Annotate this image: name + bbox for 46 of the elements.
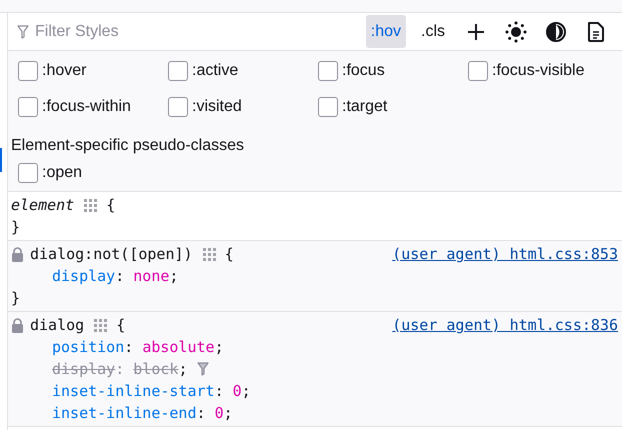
filter-field[interactable]: Filter Styles xyxy=(35,22,235,40)
checkbox[interactable] xyxy=(468,61,488,81)
checkbox[interactable] xyxy=(168,61,188,81)
grip-icon[interactable] xyxy=(82,197,98,213)
filter-icon xyxy=(197,362,210,376)
toggle-button[interactable]: :hov xyxy=(366,15,406,48)
document-icon xyxy=(587,20,605,42)
checkbox-label: :visited xyxy=(192,98,242,116)
brace: { xyxy=(106,195,116,216)
checkbox-label: :hover xyxy=(42,62,86,80)
rule-selector: element xyxy=(11,195,74,216)
grip-icon[interactable] xyxy=(92,317,108,333)
checkbox-label: :focus-within xyxy=(42,98,131,116)
checkbox[interactable] xyxy=(318,61,338,81)
checkbox[interactable] xyxy=(18,61,38,81)
checkbox[interactable] xyxy=(18,97,38,117)
plus-icon xyxy=(466,22,486,42)
sun-icon xyxy=(505,20,527,42)
lock-icon xyxy=(11,318,24,332)
rule-selector: dialog xyxy=(30,315,84,336)
checkbox-label: :active xyxy=(192,62,238,80)
declaration[interactable]: position: absolute; xyxy=(52,336,224,358)
section-heading: Element-specific pseudo-classes xyxy=(11,137,245,155)
declaration[interactable]: inset-inline-end: 0; xyxy=(52,402,233,424)
source-link[interactable]: (user agent) html.css:853 xyxy=(392,243,618,265)
source-link[interactable]: (user agent) html.css:836 xyxy=(392,314,618,336)
checkbox-label: :focus-visible xyxy=(492,62,584,80)
contrast-icon xyxy=(545,20,567,42)
filter-icon xyxy=(17,24,29,38)
declaration[interactable]: display: none; xyxy=(52,265,178,287)
declaration[interactable]: inset-inline-start: 0; xyxy=(52,380,251,402)
brace: { xyxy=(116,315,126,336)
checkbox[interactable] xyxy=(18,163,38,183)
brace: } xyxy=(11,217,20,238)
checkbox[interactable] xyxy=(318,97,338,117)
grip-icon[interactable] xyxy=(200,246,217,262)
declaration[interactable]: display: block; xyxy=(52,358,188,380)
brace: } xyxy=(11,288,20,309)
checkbox[interactable] xyxy=(168,97,188,117)
checkbox-label: :focus xyxy=(342,62,385,80)
toggle-button[interactable]: .cls xyxy=(414,15,452,48)
brace: { xyxy=(224,244,234,265)
checkbox-label: :target xyxy=(342,98,388,116)
lock-icon xyxy=(11,246,24,262)
checkbox-label: :open xyxy=(42,164,82,182)
rule-selector: dialog:not([open]) xyxy=(30,244,193,265)
